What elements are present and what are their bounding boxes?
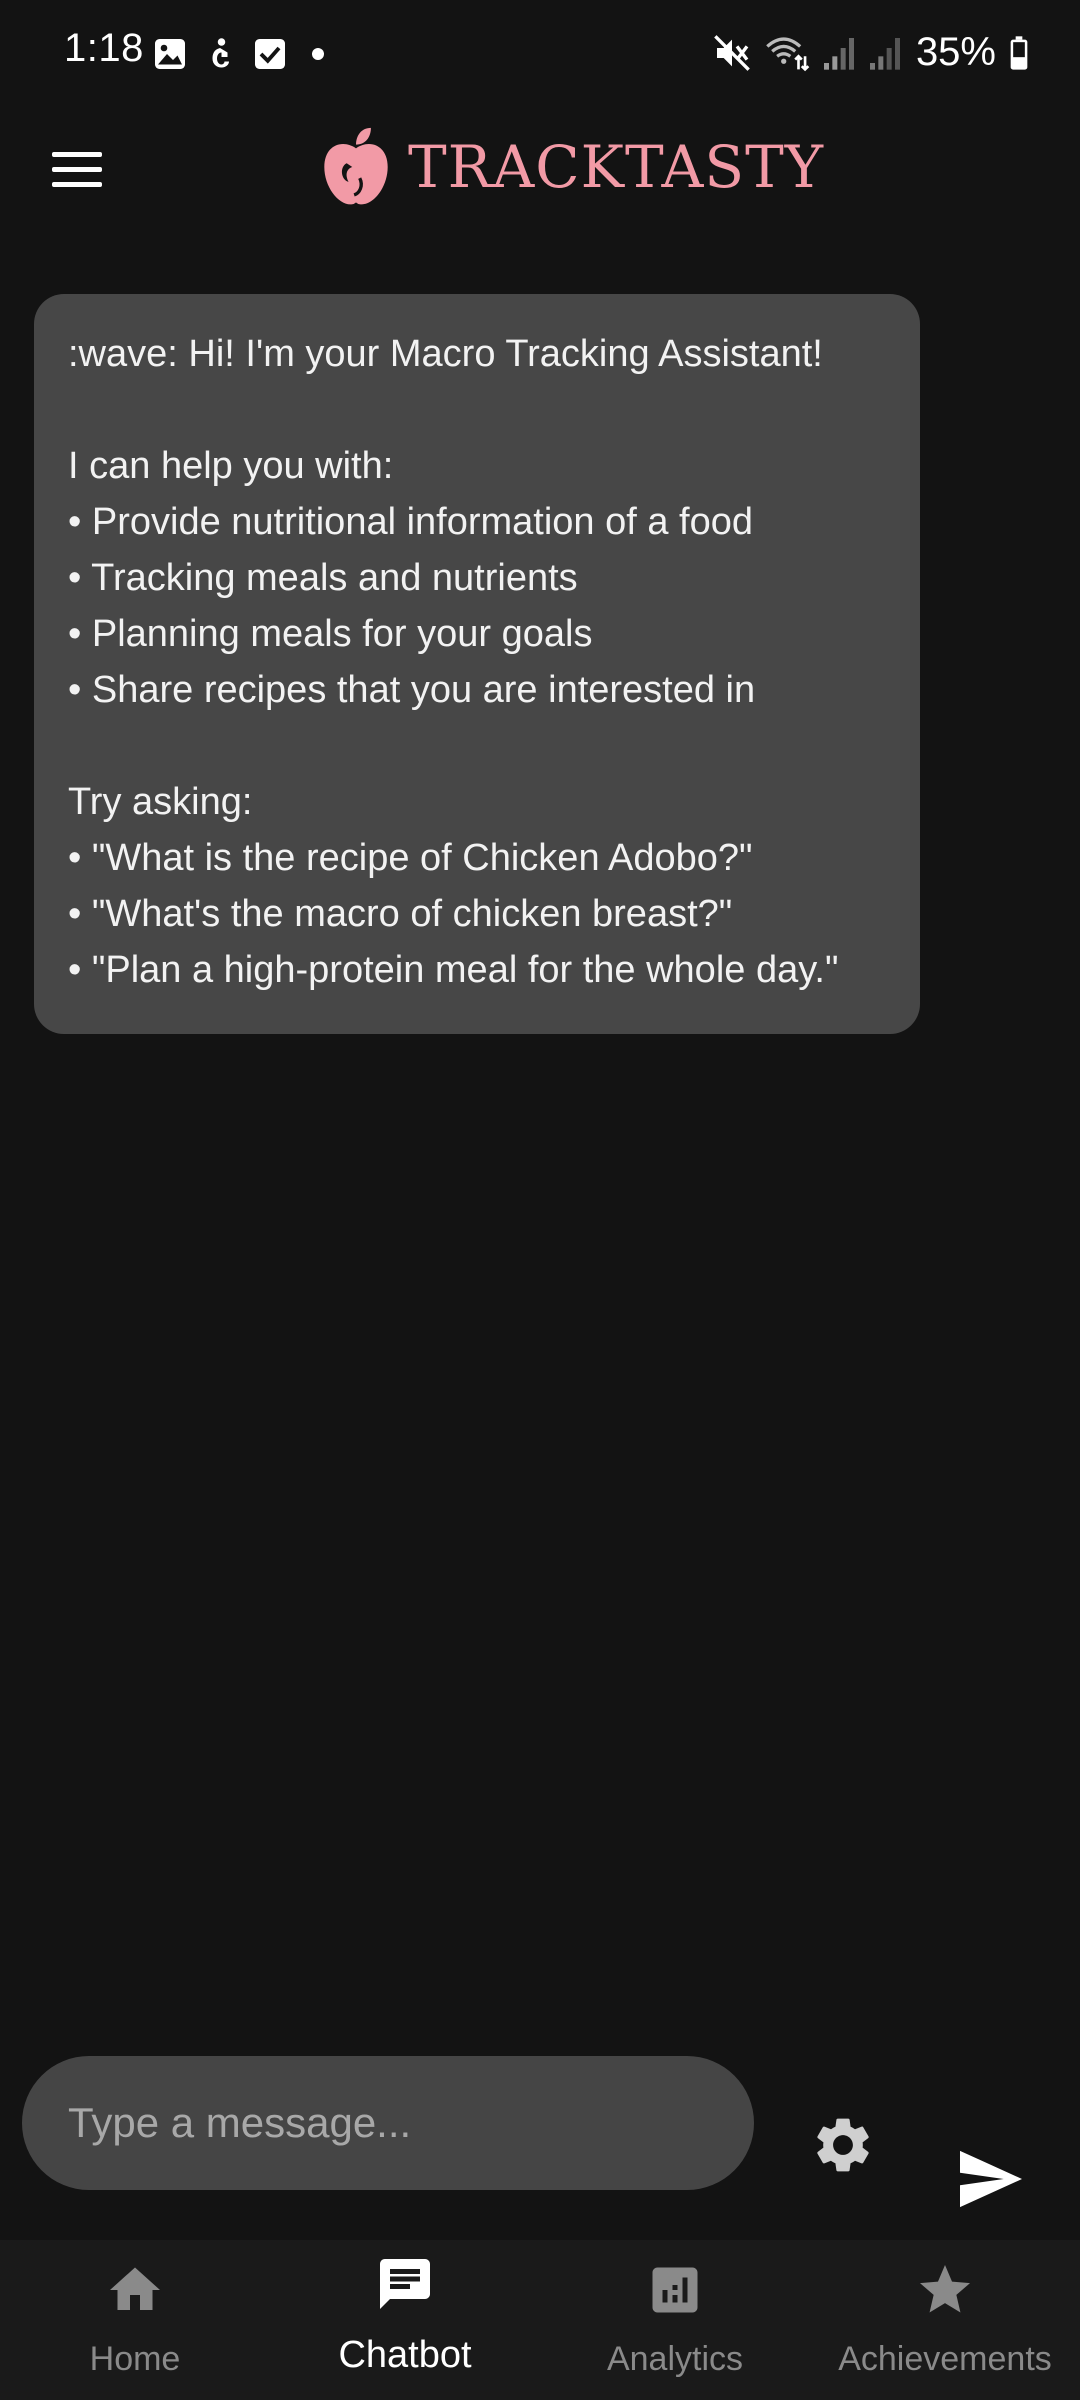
message-line bbox=[68, 718, 886, 774]
message-line: • Provide nutritional information of a f… bbox=[68, 501, 754, 543]
nav-label-home: Home bbox=[89, 2340, 181, 2378]
bottom-navigation: Home Chatbot Analytics Achievements bbox=[0, 2240, 1080, 2400]
wifi-icon bbox=[766, 36, 810, 71]
message-line: • Share recipes that you are interested … bbox=[68, 669, 756, 711]
hamburger-line bbox=[52, 182, 102, 187]
app-logo-text: TRACKTASTY bbox=[408, 133, 825, 201]
chatbot-screen: 1:18 35% TRACKTASTY:wave: Hi! I'm your … bbox=[0, 0, 1080, 2400]
send-icon[interactable] bbox=[956, 2148, 1026, 2210]
battery-icon bbox=[1010, 35, 1028, 70]
mute-icon bbox=[714, 34, 750, 71]
message-composer bbox=[0, 2056, 1080, 2208]
home-icon bbox=[110, 2267, 160, 2310]
message-line: • Tracking meals and nutrients bbox=[68, 557, 578, 599]
nav-label-analytics: Analytics bbox=[606, 2340, 744, 2378]
gallery-icon bbox=[155, 39, 185, 69]
status-notification-icons bbox=[152, 36, 324, 72]
message-line bbox=[68, 382, 886, 438]
signal-icon bbox=[869, 37, 900, 70]
hamburger-menu-icon bbox=[52, 152, 102, 157]
hamburger-menu-button[interactable] bbox=[44, 140, 114, 200]
star-icon bbox=[920, 2265, 970, 2313]
status-time: 1:18 bbox=[64, 26, 144, 70]
message-input[interactable] bbox=[22, 2056, 754, 2190]
nav-label-chatbot: Chatbot bbox=[338, 2334, 472, 2376]
battery-percentage: 35% bbox=[915, 30, 996, 74]
dot-icon bbox=[312, 48, 324, 60]
chat-messages: :wave: Hi! I'm your Macro Tracking Assis… bbox=[0, 290, 1080, 2040]
hamburger-line bbox=[52, 167, 102, 172]
app-header: TRACKTASTY bbox=[0, 110, 1080, 230]
gear-icon[interactable] bbox=[810, 2112, 876, 2178]
app-logo: TRACKTASTY bbox=[318, 126, 824, 208]
chat-icon bbox=[380, 2259, 430, 2309]
message-line: Try asking: bbox=[68, 781, 253, 823]
nav-label-achievements: Achievements bbox=[838, 2340, 1052, 2378]
status-bar: 1:18 35% bbox=[0, 0, 1080, 110]
analytics-icon bbox=[652, 2267, 698, 2313]
nav-item-home[interactable]: Home bbox=[0, 2240, 270, 2400]
message-line: • "What's the macro of chicken breast?" bbox=[68, 893, 733, 935]
message-line: • "What is the recipe of Chicken Adobo?" bbox=[68, 837, 753, 879]
signal-icon bbox=[823, 37, 854, 70]
status-system-icons: 35% bbox=[712, 30, 1030, 75]
nav-item-achievements[interactable]: Achievements bbox=[810, 2240, 1080, 2400]
apple-icon bbox=[324, 127, 388, 205]
nav-item-analytics[interactable]: Analytics bbox=[540, 2240, 810, 2400]
checkbox-icon bbox=[255, 39, 285, 69]
message-line: :wave: Hi! I'm your Macro Tracking Assis… bbox=[68, 333, 823, 375]
bot-message-bubble: :wave: Hi! I'm your Macro Tracking Assis… bbox=[34, 294, 920, 1034]
message-line: • Planning meals for your goals bbox=[68, 613, 593, 655]
message-line: I can help you with: bbox=[68, 445, 394, 487]
nav-item-chatbot[interactable]: Chatbot bbox=[270, 2240, 540, 2400]
accessibility-icon bbox=[212, 38, 229, 68]
message-line: • "Plan a high-protein meal for the whol… bbox=[68, 949, 839, 991]
